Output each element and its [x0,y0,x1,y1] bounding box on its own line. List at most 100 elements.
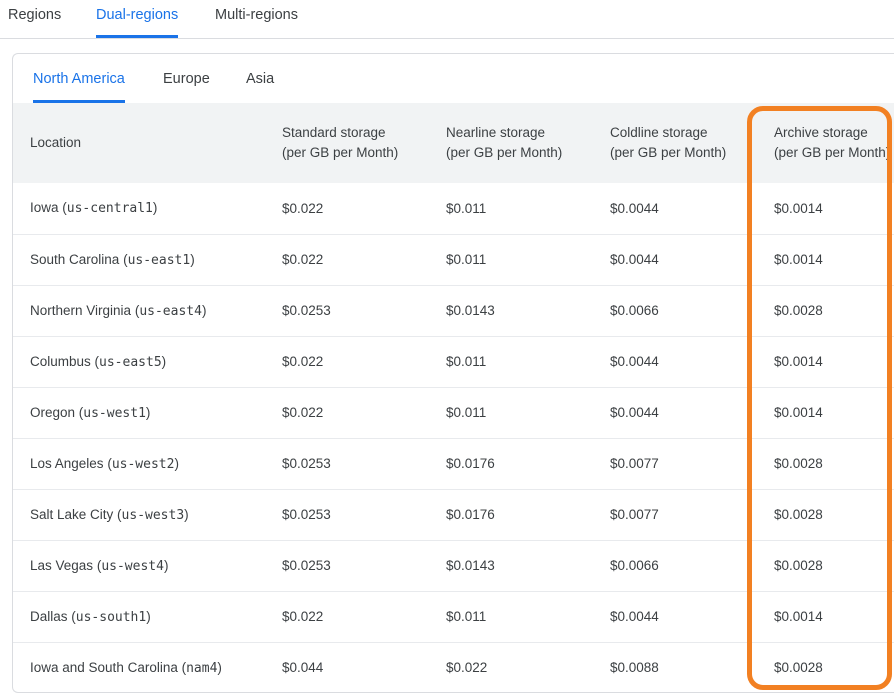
cell-coldline-price: $0.0066 [593,539,757,591]
location-name: Iowa and South Carolina [30,659,178,675]
cell-nearline-price: $0.011 [429,590,593,642]
tab-asia[interactable]: Asia [246,54,274,103]
table-row: Northern Virginia (us-east4) $0.0253 $0.… [13,284,894,336]
pricing-table: Location Standard storage (per GB per Mo… [13,103,894,692]
cell-standard-price: $0.0253 [265,437,429,489]
cell-archive-price: $0.0028 [757,488,894,540]
cell-coldline-price: $0.0088 [593,641,757,692]
header-nearline-unit: (per GB per Month) [446,145,563,160]
header-location: Location [13,103,265,183]
cell-standard-price: $0.022 [265,590,429,642]
cell-archive-price: $0.0014 [774,200,823,216]
cell-coldline-price: $0.0044 [610,200,659,216]
table-row: Las Vegas (us-west4) $0.0253 $0.0143 $0.… [13,539,894,591]
header-standard-label: Standard storage [282,125,386,140]
table-row: Salt Lake City (us-west3) $0.0253 $0.017… [13,488,894,540]
header-location-label: Location [30,135,82,150]
cell-archive-price: $0.0014 [757,233,894,285]
cell-nearline-price: $0.0143 [429,284,593,336]
cell-archive-price: $0.0028 [757,641,894,692]
header-coldline-unit: (per GB per Month) [610,145,727,160]
location-code: us-east4 [139,303,202,319]
location-code: us-west3 [121,507,185,523]
location-name: Dallas [30,608,68,624]
cell-archive-price: $0.0014 [757,590,894,642]
cell-location: Columbus (us-east5) [13,335,265,387]
tab-regions[interactable]: Regions [8,0,61,38]
table-row: Iowa and South Carolina (nam4) $0.044 $0… [13,641,894,692]
location-name: Los Angeles [30,455,104,471]
location-name: Northern Virginia [30,302,132,318]
table-header-row: Location Standard storage (per GB per Mo… [13,103,894,183]
cell-location: Salt Lake City (us-west3) [13,488,265,540]
location-code: us-west2 [111,456,175,472]
cell-standard-price: $0.0253 [265,284,429,336]
cell-standard-price: $0.022 [282,200,324,216]
header-nearline-label: Nearline storage [446,125,546,140]
cell-location: Los Angeles (us-west2) [13,437,265,489]
cell-nearline-price: $0.0176 [429,437,593,489]
header-archive-label: Archive storage [774,125,868,140]
cell-coldline-price: $0.0077 [593,488,757,540]
location-code: nam4 [186,660,218,676]
cell-standard-price: $0.022 [265,335,429,387]
header-standard-unit: (per GB per Month) [282,145,399,160]
cell-archive-price: $0.0028 [757,539,894,591]
header-archive-storage: Archive storage (per GB per Month) [757,103,894,183]
cell-nearline-price: $0.011 [429,335,593,387]
header-nearline-storage: Nearline storage (per GB per Month) [429,103,593,183]
table-row: South Carolina (us-east1) $0.022 $0.011 … [13,233,894,285]
location-code: us-west4 [101,558,164,574]
cell-coldline-price: $0.0044 [593,386,757,438]
cell-nearline-price: $0.011 [429,386,593,438]
table-row: Los Angeles (us-west2) $0.0253 $0.0176 $… [13,437,894,489]
cell-standard-price: $0.0253 [265,539,429,591]
cell-standard-price: $0.044 [265,641,429,692]
header-archive-unit: (per GB per Month) [774,145,891,160]
cell-standard-price: $0.022 [265,233,429,285]
header-coldline-storage: Coldline storage (per GB per Month) [593,103,757,183]
location-name: Oregon [30,404,76,420]
cell-archive-price: $0.0028 [757,437,894,489]
tab-multi-regions[interactable]: Multi-regions [215,0,298,38]
cell-coldline-price: $0.0077 [593,437,757,489]
location-code: us-central1 [66,201,153,217]
cell-nearline-price: $0.011 [429,233,593,285]
cell-archive-price: $0.0028 [757,284,894,336]
table-row: Oregon (us-west1) $0.022 $0.011 $0.0044 … [13,386,894,438]
location-name: Salt Lake City [30,506,114,522]
cell-coldline-price: $0.0044 [593,233,757,285]
cell-nearline-price: $0.011 [446,200,487,216]
cell-location: Oregon (us-west1) [13,386,265,438]
cell-archive-price: $0.0014 [757,386,894,438]
cell-location: Northern Virginia (us-east4) [13,284,265,336]
header-coldline-label: Coldline storage [610,125,708,140]
table-row: Columbus (us-east5) $0.022 $0.011 $0.004… [13,335,894,387]
header-standard-storage: Standard storage (per GB per Month) [265,103,429,183]
cell-nearline-price: $0.0143 [429,539,593,591]
table-row: Dallas (us-south1) $0.022 $0.011 $0.0044… [13,590,894,642]
cell-nearline-price: $0.0176 [429,488,593,540]
cell-location: Iowa (us-central1) [30,200,158,217]
table-row: Iowa (us-central1) $0.022 $0.011 $0.0044… [13,183,894,234]
cell-nearline-price: $0.022 [429,641,593,692]
tab-europe[interactable]: Europe [163,54,210,103]
tab-dual-regions[interactable]: Dual-regions [96,0,179,38]
cell-coldline-price: $0.0066 [593,284,757,336]
cell-coldline-price: $0.0044 [593,335,757,387]
location-name: Las Vegas [30,557,94,573]
location-code: us-south1 [75,609,147,625]
cell-standard-price: $0.0253 [265,488,429,540]
cell-location: Iowa and South Carolina (nam4) [13,641,265,692]
cell-archive-price: $0.0014 [757,335,894,387]
location-code: us-west1 [83,405,146,421]
continent-tabs: North America Europe Asia [13,54,894,103]
location-name: Iowa [30,200,59,216]
location-code: us-east1 [127,252,191,268]
cell-coldline-price: $0.0044 [593,590,757,642]
cell-location: Las Vegas (us-west4) [13,539,265,591]
location-code: us-east5 [99,354,162,370]
region-type-tabs: Regions Dual-regions Multi-regions [0,0,894,39]
cell-location: South Carolina (us-east1) [13,233,265,285]
tab-north-america[interactable]: North America [33,54,125,103]
